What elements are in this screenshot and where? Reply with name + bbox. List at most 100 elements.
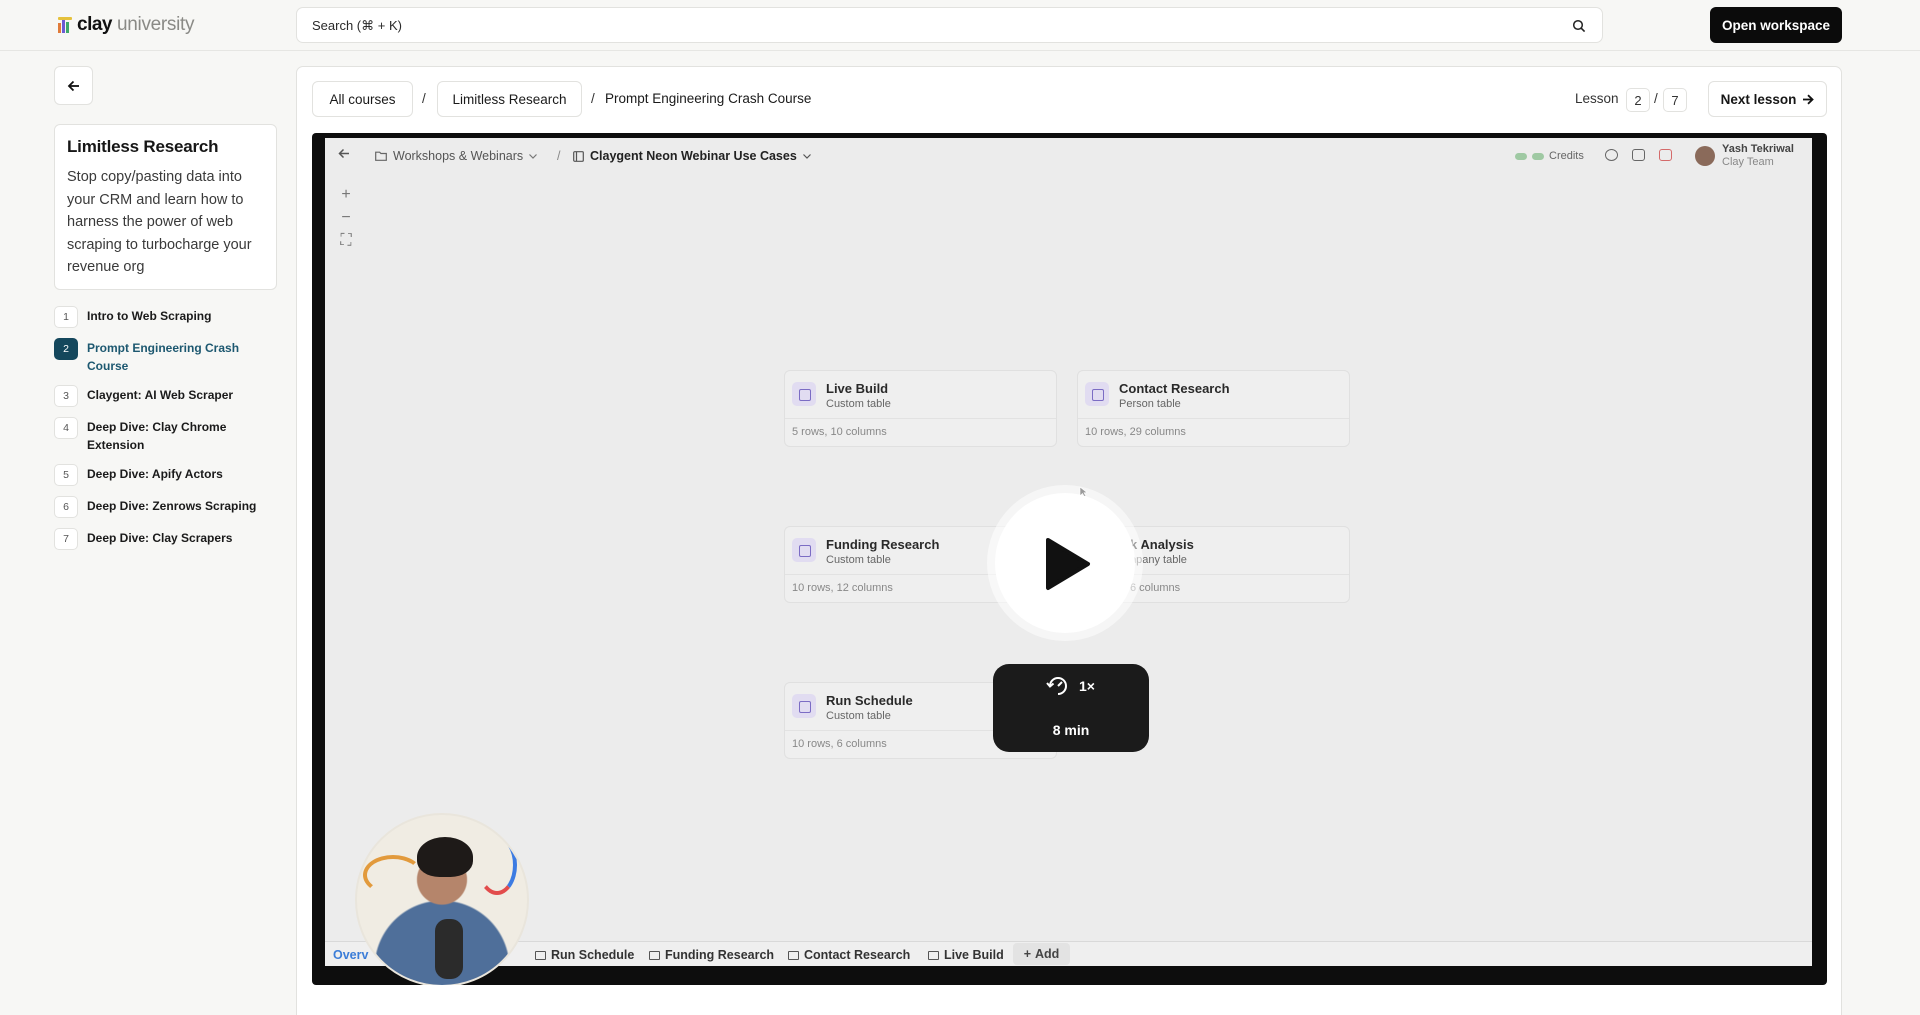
lesson-item[interactable]: 1 Intro to Web Scraping	[54, 306, 277, 328]
tab-contact-research: Contact Research	[788, 948, 910, 962]
search-icon	[1572, 19, 1586, 33]
folder-icon	[375, 151, 387, 161]
chevron-down-icon	[529, 153, 538, 159]
lesson-number: 4	[54, 417, 78, 439]
logo[interactable]: clay university	[58, 14, 195, 36]
tab-label: Overv	[333, 948, 369, 962]
table-card-footer: 10 rows, 12 columns	[792, 582, 893, 594]
lesson-number: 1	[54, 306, 78, 328]
lesson-current-number: 2	[1626, 88, 1650, 112]
video-crumb-separator: /	[557, 149, 561, 163]
lesson-counter-label: Lesson	[1575, 91, 1619, 106]
play-button[interactable]	[995, 493, 1135, 633]
video-header-icons	[1605, 149, 1672, 161]
video-user-team: Clay Team	[1722, 156, 1774, 168]
tab-overview: Overv	[333, 948, 368, 962]
lesson-number: 6	[54, 496, 78, 518]
lesson-item[interactable]: 6 Deep Dive: Zenrows Scraping	[54, 496, 277, 518]
table-icon	[792, 694, 816, 718]
video-breadcrumb-folder: Workshops & Webinars	[375, 149, 538, 163]
video-user-name: Yash Tekriwal	[1722, 143, 1794, 155]
table-card-title: Contact Research	[1119, 381, 1230, 396]
credits-label: Credits	[1549, 150, 1584, 162]
add-tab-button: + Add	[1013, 943, 1070, 965]
breadcrumb-all-courses[interactable]: All courses	[312, 81, 413, 117]
table-icon	[928, 950, 939, 960]
video-credits: Credits	[1515, 150, 1584, 162]
tab-run-schedule: Run Schedule	[535, 948, 634, 962]
lesson-item-active[interactable]: 2 Prompt Engineering Crash Course	[54, 338, 277, 375]
arrow-left-icon	[338, 148, 349, 159]
play-icon	[1046, 538, 1090, 590]
replay-speed-icon	[1046, 677, 1067, 695]
lesson-label: Deep Dive: Clay Chrome Extension	[87, 420, 227, 452]
next-lesson-button[interactable]: Next lesson	[1708, 81, 1827, 117]
table-icon	[649, 950, 660, 960]
fit-screen-icon: ⛶	[340, 232, 352, 249]
zoom-controls: + − ⛶	[337, 186, 355, 249]
table-card-title: Funding Research	[826, 537, 940, 552]
person-table-icon	[1085, 382, 1109, 406]
playback-speed-label: 1×	[1079, 678, 1095, 694]
video-frame: Workshops & Webinars / Claygent Neon Web…	[325, 138, 1812, 985]
playback-info-badge[interactable]: 1× 8 min	[993, 664, 1149, 752]
table-card-footer: 6 columns	[1130, 582, 1181, 594]
lesson-number: 2	[54, 338, 78, 360]
table-icon	[535, 950, 546, 960]
lesson-list: 1 Intro to Web Scraping 2 Prompt Engineeri…	[54, 306, 277, 560]
top-bar: clay university Search (⌘ + K) Open work…	[0, 0, 1920, 51]
table-card-subtitle: Person table	[1119, 398, 1181, 410]
table-card-title: Live Build	[826, 381, 889, 396]
video-breadcrumb-workbook: Claygent Neon Webinar Use Cases	[573, 149, 811, 163]
microphone-icon	[435, 919, 463, 979]
zoom-in-icon: +	[341, 186, 351, 203]
brand-name: clay	[77, 14, 112, 35]
lesson-label: Deep Dive: Clay Scrapers	[87, 531, 233, 545]
video-app-header: Workshops & Webinars / Claygent Neon Web…	[325, 138, 1812, 174]
avatar	[1695, 146, 1715, 166]
table-icon	[792, 382, 816, 406]
table-card-footer: 10 rows, 29 columns	[1085, 426, 1186, 438]
lesson-item[interactable]: 5 Deep Dive: Apify Actors	[54, 464, 277, 486]
table-icon	[792, 538, 816, 562]
lesson-number: 5	[54, 464, 78, 486]
lesson-total-number: 7	[1663, 88, 1687, 112]
tab-funding-research: Funding Research	[649, 948, 774, 962]
chevron-down-icon	[802, 153, 811, 159]
presenter-webcam	[355, 813, 529, 985]
lesson-item[interactable]: 4 Deep Dive: Clay Chrome Extension	[54, 417, 277, 454]
search-bar[interactable]: Search (⌘ + K)	[296, 7, 1603, 43]
playback-speed[interactable]: 1×	[1045, 674, 1095, 698]
lesson-label: Intro to Web Scraping	[87, 309, 212, 323]
open-workspace-button[interactable]: Open workspace	[1710, 7, 1842, 43]
arrow-left-icon	[67, 80, 79, 91]
course-title: Limitless Research	[67, 137, 219, 156]
breadcrumb-separator: /	[422, 91, 426, 106]
lesson-item[interactable]: 3 Claygent: AI Web Scraper	[54, 385, 277, 407]
table-card-footer: 5 rows, 10 columns	[792, 426, 887, 438]
breadcrumb-course[interactable]: Limitless Research	[437, 81, 582, 117]
arrow-right-icon	[1803, 94, 1815, 104]
help-icon	[1605, 149, 1618, 161]
search-placeholder: Search (⌘ + K)	[312, 18, 402, 33]
video-duration: 8 min	[1052, 722, 1090, 738]
tab-label: Run Schedule	[551, 948, 635, 962]
inbox-icon	[1632, 149, 1645, 161]
video-table-tabs: Overv alysis Run Schedule Funding Resear…	[325, 941, 1812, 966]
lesson-label: Deep Dive: Zenrows Scraping	[87, 499, 257, 513]
tab-live-build: Live Build	[928, 948, 1004, 962]
credits-pill-icon	[1532, 152, 1544, 160]
lesson-panel: All courses / Limitless Research / Promp…	[296, 66, 1842, 1015]
table-card: Contact Research Person table 10 rows, 29 …	[1077, 370, 1350, 447]
video-player[interactable]: Workshops & Webinars / Claygent Neon Web…	[312, 133, 1827, 985]
plus-icon: +	[1023, 947, 1031, 961]
video-crumb2-label: Claygent Neon Webinar Use Cases	[590, 149, 797, 163]
workbook-icon	[573, 150, 584, 162]
credits-pill-icon	[1515, 152, 1527, 160]
alert-icon	[1659, 149, 1672, 161]
course-description: Stop copy/pasting data into your CRM and…	[67, 169, 252, 275]
lesson-item[interactable]: 7 Deep Dive: Clay Scrapers	[54, 528, 277, 550]
lesson-number: 7	[54, 528, 78, 550]
back-button[interactable]	[54, 66, 93, 105]
video-crumb1-label: Workshops & Webinars	[393, 149, 524, 163]
